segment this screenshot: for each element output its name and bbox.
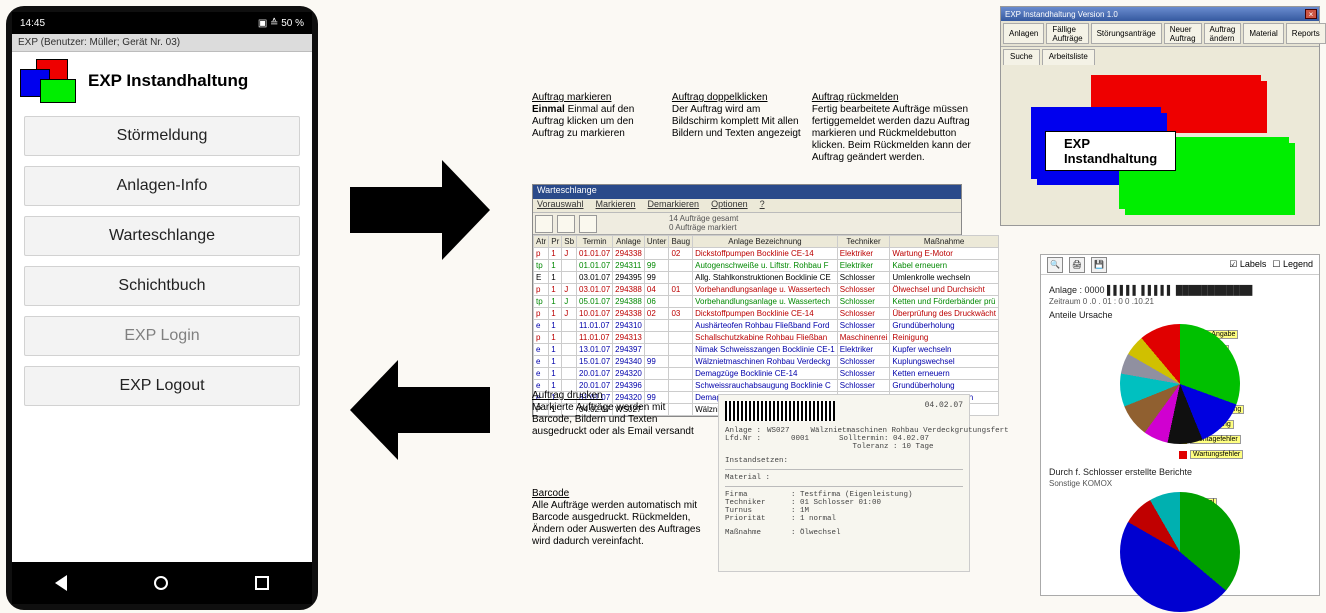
table-row[interactable]: tp101.01.0729431199Autogenschweiße u. Li… [534, 260, 999, 272]
win-tab[interactable]: Suche [1003, 49, 1040, 65]
phone-nav-bar [12, 562, 312, 604]
app-logo-icon [20, 57, 78, 105]
queue-menu-item[interactable]: Demarkieren [648, 199, 700, 212]
chart-panel: 🔍 🖨 💾 ☑ Labels ☐ Legend Anlage : 0000 ▌▌… [1040, 254, 1320, 596]
annotation-barcode: Barcode Alle Aufträge werden automatisch… [532, 488, 702, 548]
annotation-done: Auftrag rückmelden Fertig bearbeitete Au… [812, 92, 972, 164]
chart-header-line2: Zeitraum 0 .0 . 01 : 0 0 .10.21 [1049, 297, 1311, 306]
chart-save-button[interactable]: 💾 [1091, 257, 1107, 273]
table-row[interactable]: p1J03.01.072943880401Vorbehandlungsanlag… [534, 284, 999, 296]
windows-app: EXP Instandhaltung Version 1.0 × Anlagen… [1000, 6, 1320, 226]
chart1-title: Anteile Ursache [1049, 310, 1311, 320]
table-row[interactable]: p1J10.01.072943380203Dickstoffpumpen Boc… [534, 308, 999, 320]
chart2-pie [1120, 492, 1240, 612]
chart1-pie [1120, 324, 1240, 444]
table-row[interactable]: e115.01.0729434099Wälznietmaschinen Rohb… [534, 356, 999, 368]
win-toolbar-button[interactable]: Störungsanträge [1091, 23, 1162, 44]
nav-home-icon[interactable] [154, 576, 168, 590]
queue-info: 14 Aufträge gesamt 0 Aufträge markiert [601, 214, 738, 233]
annotation-mark: Auftrag markieren Einmal Einmal auf den … [532, 92, 664, 164]
win-toolbar-button[interactable]: Neuer Auftrag [1164, 23, 1202, 44]
chart-toolbar: 🔍 🖨 💾 ☑ Labels ☐ Legend [1041, 255, 1319, 275]
win-toolbar: AnlagenFällige AufträgeStörungsanträgeNe… [1001, 21, 1319, 47]
queue-header[interactable]: Unter [644, 236, 669, 248]
queue-menu-item[interactable]: ? [760, 199, 765, 212]
queue-edit-button[interactable] [557, 215, 575, 233]
phone-status-bar: 14:45 ▣ ≙ 50 % [12, 12, 312, 34]
queue-toolbar: 14 Aufträge gesamt 0 Aufträge markiert [533, 213, 961, 235]
win-body: EXP Instandhaltung [1001, 65, 1319, 225]
win-toolbar-button[interactable]: Auftrag ändern [1204, 23, 1242, 44]
queue-feedback-button[interactable] [579, 215, 597, 233]
win-tab[interactable]: Arbeitsliste [1042, 49, 1095, 65]
queue-header[interactable]: Anlage [613, 236, 645, 248]
queue-header[interactable]: Pr [549, 236, 562, 248]
queue-print-button[interactable] [535, 215, 553, 233]
win-tabs: SucheArbeitsliste [1001, 47, 1319, 65]
menu-schichtbuch[interactable]: Schichtbuch [24, 266, 300, 306]
annotation-doubleclick: Auftrag doppelklicken Der Auftrag wird a… [672, 92, 804, 164]
table-row[interactable]: e113.01.07294397Nimak Schweisszangen Boc… [534, 344, 999, 356]
chart-print-button[interactable]: 🖨 [1069, 257, 1085, 273]
nav-recent-icon[interactable] [255, 576, 269, 590]
print-date: 04.02.07 [925, 401, 963, 410]
queue-menu-item[interactable]: Optionen [711, 199, 748, 212]
menu-anlageninfo[interactable]: Anlagen-Info [24, 166, 300, 206]
status-time: 14:45 [20, 18, 45, 29]
win-close-icon[interactable]: × [1305, 9, 1317, 19]
phone-menu: Störmeldung Anlagen-Info Warteschlange S… [12, 110, 312, 562]
win-toolbar-button[interactable]: Anlagen [1003, 23, 1044, 44]
queue-header[interactable]: Baug [669, 236, 693, 248]
win-logo-label: EXP Instandhaltung [1045, 131, 1176, 171]
win-toolbar-button[interactable]: Reports [1286, 23, 1326, 44]
queue-header[interactable]: Sb [562, 236, 577, 248]
queue-header[interactable]: Techniker [837, 236, 890, 248]
table-row[interactable]: e111.01.07294310Aushärteofen Rohbau Flie… [534, 320, 999, 332]
chart-labels-checkbox[interactable]: ☑ Labels [1229, 259, 1266, 270]
queue-table[interactable]: AtrPrSbTerminAnlageUnterBaugAnlage Bezei… [533, 235, 999, 416]
legend-item: Wartungsfehler [1179, 450, 1311, 459]
table-row[interactable]: p1J01.01.0729433802Dickstoffpumpen Bockl… [534, 248, 999, 260]
phone-window-title: EXP (Benutzer: Müller; Gerät Nr. 03) [12, 34, 312, 52]
win-title-bar: EXP Instandhaltung Version 1.0 × [1001, 7, 1319, 21]
chart2-title: Durch f. Schlosser erstellte Berichte [1049, 467, 1311, 477]
menu-stoermeldung[interactable]: Störmeldung [24, 116, 300, 156]
chart-header-line1: Anlage : 0000 ▌▌▌▌▌ ▌▌▌▌▌ ████████████ [1049, 285, 1311, 295]
menu-login[interactable]: EXP Login [24, 316, 300, 356]
queue-menu-item[interactable]: Vorauswahl [537, 199, 584, 212]
center-column: Auftrag markieren Einmal Einmal auf den … [532, 92, 972, 417]
phone-frame: 14:45 ▣ ≙ 50 % EXP (Benutzer: Müller; Ge… [6, 6, 318, 610]
chart2-subtitle: Sonstige KOMOX [1049, 479, 1311, 488]
queue-header[interactable]: Termin [577, 236, 613, 248]
win-toolbar-button[interactable]: Fällige Aufträge [1046, 23, 1088, 44]
win-toolbar-button[interactable]: Material [1243, 23, 1283, 44]
menu-logout[interactable]: EXP Logout [24, 366, 300, 406]
app-logo-row: EXP Instandhaltung [12, 52, 312, 110]
table-row[interactable]: E103.01.0729439599Allg. Stahlkonstruktio… [534, 272, 999, 284]
arrow-left-icon [350, 360, 490, 460]
chart-zoom-button[interactable]: 🔍 [1047, 257, 1063, 273]
barcode-icon [725, 401, 835, 421]
queue-header[interactable]: Atr [534, 236, 549, 248]
queue-header[interactable]: Maßnahme [890, 236, 999, 248]
queue-header[interactable]: Anlage Bezeichnung [693, 236, 838, 248]
status-battery: ▣ ≙ 50 % [258, 18, 304, 29]
print-preview: 04.02.07 Anlage :WS027 Wälznietmaschinen… [718, 394, 970, 572]
annotation-print: Auftrag drucken Markierte Aufträge werde… [532, 390, 702, 438]
table-row[interactable]: p111.01.07294313Schallschutzkabine Rohba… [534, 332, 999, 344]
queue-window: Warteschlange Vorauswahl Markieren Demarki… [532, 184, 962, 417]
arrow-right-icon [350, 160, 490, 260]
queue-window-title: Warteschlange [533, 185, 961, 199]
menu-warteschlange[interactable]: Warteschlange [24, 216, 300, 256]
table-row[interactable]: tp1J05.01.0729438806Vorbehandlungsanlage… [534, 296, 999, 308]
chart-legend-checkbox[interactable]: ☐ Legend [1272, 259, 1313, 270]
table-row[interactable]: e120.01.07294320Demagzüge Bocklinie CE-1… [534, 368, 999, 380]
nav-back-icon[interactable] [55, 575, 67, 591]
queue-menu-item[interactable]: Markieren [596, 199, 636, 212]
app-title: EXP Instandhaltung [88, 71, 248, 91]
queue-menu: Vorauswahl Markieren Demarkieren Optionen? [533, 199, 961, 213]
